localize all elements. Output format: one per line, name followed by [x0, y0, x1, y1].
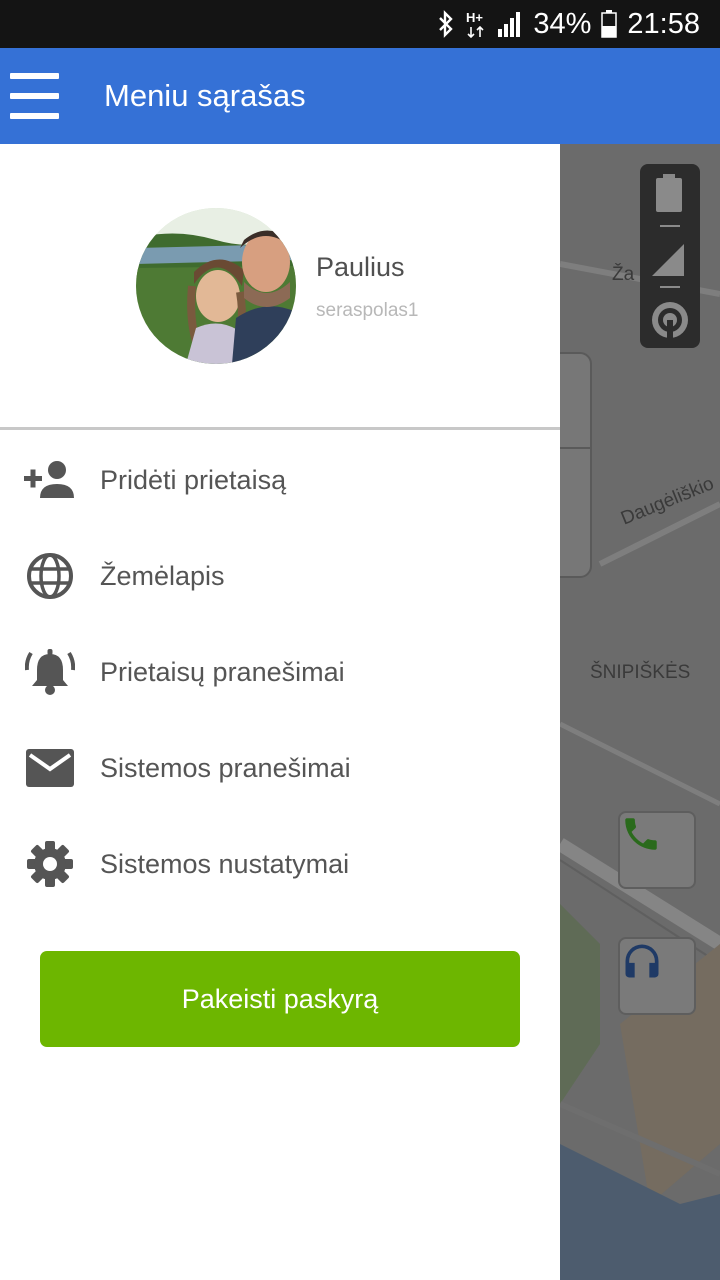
hamburger-icon[interactable]: [10, 73, 59, 119]
clock: 21:58: [627, 7, 700, 40]
gear-icon: [24, 840, 76, 888]
menu-item-label: Žemėlapis: [100, 561, 225, 591]
envelope-icon: [24, 744, 76, 792]
map-street-label: Ža: [612, 264, 635, 285]
device-status-panel: [640, 164, 700, 348]
gps-icon: [652, 302, 688, 338]
listen-button[interactable]: [618, 937, 696, 1015]
bluetooth-icon: [437, 10, 455, 38]
menu-item-label: Sistemos nustatymai: [100, 849, 350, 879]
menu-item-system-notifications[interactable]: Sistemos pranešimai: [0, 720, 560, 816]
menu-item-map[interactable]: Žemėlapis: [0, 528, 560, 624]
menu-item-label: Sistemos pranešimai: [100, 753, 351, 783]
navigation-drawer: Paulius seraspolas1 Pridėti prietaisą Že…: [0, 144, 560, 1280]
map-district-label: ŠNIPIŠKĖS: [590, 662, 691, 683]
signal-icon: [652, 244, 684, 276]
battery-icon: [656, 174, 682, 212]
globe-icon: [24, 552, 76, 600]
switch-account-button[interactable]: Pakeisti paskyrą: [40, 951, 520, 1047]
signal-icon: [497, 11, 523, 37]
drawer-menu: Pridėti prietaisą Žemėlapis Prietaisų pr…: [0, 432, 560, 912]
add-person-icon: [24, 456, 76, 504]
network-type-icon: H+: [465, 9, 487, 39]
svg-text:H+: H+: [466, 10, 483, 25]
avatar[interactable]: [136, 208, 296, 364]
menu-item-device-notifications[interactable]: Prietaisų pranešimai: [0, 624, 560, 720]
profile-username: seraspolas1: [316, 300, 419, 321]
menu-item-add-device[interactable]: Pridėti prietaisą: [0, 432, 560, 528]
battery-icon: [601, 10, 618, 38]
profile-name: Paulius: [316, 252, 405, 282]
divider: [0, 427, 560, 430]
menu-item-system-settings[interactable]: Sistemos nustatymai: [0, 816, 560, 912]
page-title: Meniu sąrašas: [104, 78, 306, 113]
app-bar: Meniu sąrašas: [0, 48, 720, 144]
map-view[interactable]: Ža Daugėliškio ŠNIPIŠKĖS: [560, 144, 720, 1280]
menu-item-label: Pridėti prietaisą: [100, 465, 287, 495]
status-bar: H+ 34% 21:58: [0, 0, 720, 48]
map-zoom-control[interactable]: [560, 352, 592, 578]
call-button[interactable]: [618, 811, 696, 889]
battery-percent: 34%: [533, 7, 592, 40]
menu-item-label: Prietaisų pranešimai: [100, 657, 345, 687]
bell-alarm-icon: [24, 648, 76, 696]
profile-header: Paulius seraspolas1: [0, 144, 560, 428]
